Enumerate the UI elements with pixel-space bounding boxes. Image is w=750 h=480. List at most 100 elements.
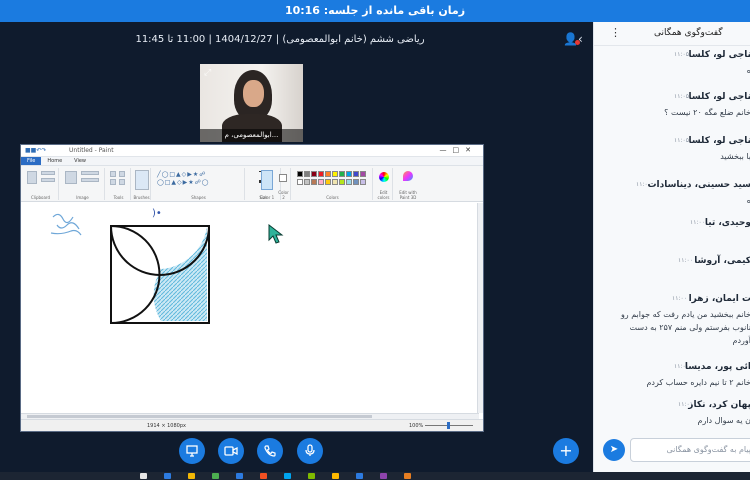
select-icon[interactable] <box>65 171 77 184</box>
quick-access-icons[interactable]: ■■↶↷ <box>25 147 46 154</box>
color-swatch[interactable] <box>325 171 331 177</box>
users-icon[interactable]: 👤‹ <box>563 32 583 46</box>
color-swatch[interactable] <box>332 179 338 185</box>
mouse-cursor-icon <box>268 224 284 244</box>
vertical-scrollbar[interactable] <box>477 203 483 413</box>
plus-icon: + <box>559 441 573 460</box>
taskbar-app-icon[interactable] <box>140 473 147 479</box>
taskbar-app-icon[interactable] <box>308 473 315 479</box>
notification-dot <box>575 40 580 45</box>
chat-sender-name: ناجی لو، کلسا <box>688 92 750 102</box>
chat-title: گفت‌وگوی همگانی <box>654 28 723 38</box>
drawing-svg: )• <box>50 208 210 324</box>
chat-sender-name: سید حسینی، دیناسادات <box>647 180 750 190</box>
tab-file[interactable]: File <box>21 157 42 165</box>
cut-icon[interactable] <box>41 171 55 175</box>
screen-share-icon <box>186 445 198 457</box>
color-swatch[interactable] <box>346 179 352 185</box>
taskbar-app-icon[interactable] <box>380 473 387 479</box>
taskbar-app-icon[interactable] <box>212 473 219 479</box>
drawing-canvas[interactable]: )• <box>21 203 479 413</box>
taskbar-app-icon[interactable] <box>404 473 411 479</box>
ribbon-edit-colors: Edit colors <box>375 168 393 200</box>
color-swatch[interactable] <box>297 171 303 177</box>
taskbar-app-icon[interactable] <box>332 473 339 479</box>
color-swatch[interactable] <box>318 179 324 185</box>
paint-statusbar: 1914 × 1080px 100% <box>21 419 483 431</box>
tab-view[interactable]: View <box>68 157 92 165</box>
copy-icon[interactable] <box>41 178 55 182</box>
meeting-title: ریاضی ششم (خانم ابوالمعصومی) | 1404/12/2… <box>135 34 425 45</box>
pencil-icon[interactable] <box>110 171 116 177</box>
ribbon-shapes: ╱◯□▲◇▶★☍ ◯□▲◇▶★☍◯ Shapes <box>153 168 245 200</box>
chat-sender-name: پهان کرد، نکار <box>688 400 750 410</box>
taskbar-app-icon[interactable] <box>260 473 267 479</box>
fill-icon[interactable] <box>119 171 125 177</box>
edit-colors-label: Edit colors <box>377 190 390 200</box>
tab-home[interactable]: Home <box>41 157 68 165</box>
chat-message-text: ه <box>594 194 750 207</box>
taskbar-app-icon[interactable] <box>284 473 291 479</box>
ribbon-tools: Tools <box>107 168 131 200</box>
scroll-thumb[interactable] <box>27 415 372 418</box>
send-icon: ➤ <box>609 444 619 455</box>
color-swatch[interactable] <box>339 179 345 185</box>
color-swatch[interactable] <box>325 179 331 185</box>
ribbon-paint3d: Edit with Paint 3D <box>395 168 421 200</box>
color-swatch[interactable] <box>353 179 359 185</box>
ribbon-colors: Colors <box>293 168 373 200</box>
color-swatch[interactable] <box>360 171 366 177</box>
taskbar-app-icon[interactable] <box>188 473 195 479</box>
window-controls[interactable]: —□✕ <box>440 146 477 154</box>
actions-plus-button[interactable]: + <box>553 438 579 464</box>
color-swatch[interactable] <box>304 179 310 185</box>
crop-icon[interactable] <box>81 171 99 175</box>
chat-message-input[interactable]: پیام به گفت‌وگوی همگانی <box>630 438 750 462</box>
colors-label: Colors <box>326 195 339 200</box>
brushes-icon[interactable] <box>135 170 149 190</box>
edit-colors-icon[interactable] <box>379 172 389 182</box>
expand-icon[interactable]: ⤢ <box>204 68 211 78</box>
color2-selector[interactable] <box>279 174 287 182</box>
canvas-dimensions: 1914 × 1080px <box>147 423 186 429</box>
color-swatch[interactable] <box>353 171 359 177</box>
ribbon-clipboard: Clipboard <box>23 168 59 200</box>
more-menu-icon[interactable]: ⋮ <box>610 26 621 39</box>
ribbon-color1: Color 1 <box>259 168 275 200</box>
zoom-slider-thumb[interactable] <box>447 422 450 429</box>
image-label: Image <box>76 195 89 200</box>
color-swatch[interactable] <box>311 179 317 185</box>
taskbar-app-icon[interactable] <box>356 473 363 479</box>
chat-message-text: خانم ضلع مگه ۲۰ نیست ؟ <box>664 108 750 117</box>
taskbar-app-icon[interactable] <box>236 473 243 479</box>
color-swatch[interactable] <box>339 171 345 177</box>
meeting-window: زمان باقی مانده از جلسه: 10:16 ریاضی ششم… <box>0 0 750 480</box>
color-swatch[interactable] <box>311 171 317 177</box>
color-swatch[interactable] <box>332 171 338 177</box>
screen-share-button[interactable] <box>179 438 205 464</box>
camera-button[interactable] <box>218 438 244 464</box>
magnifier-icon[interactable] <box>119 179 125 185</box>
color-swatch[interactable] <box>304 171 310 177</box>
audio-button[interactable] <box>257 438 283 464</box>
color-swatch[interactable] <box>346 171 352 177</box>
paint3d-icon[interactable] <box>403 171 413 181</box>
taskbar-app-icon[interactable] <box>164 473 171 479</box>
color-swatch[interactable] <box>297 179 303 185</box>
webcam-video[interactable]: ⤢ ابوالمعصومی، م... <box>200 64 303 142</box>
microphone-button[interactable] <box>297 438 323 464</box>
color1-selector[interactable] <box>261 170 273 190</box>
color-swatch[interactable] <box>360 179 366 185</box>
send-button[interactable]: ➤ <box>603 439 625 461</box>
eraser-icon[interactable] <box>110 179 116 185</box>
paint-window[interactable]: ■■↶↷ Untitled - Paint —□✕ File Home View… <box>20 144 484 432</box>
paste-icon[interactable] <box>27 171 37 184</box>
shapes-gallery[interactable]: ╱◯□▲◇▶★☍ ◯□▲◇▶★☍◯ <box>157 171 241 187</box>
shapes-label: Shapes <box>191 195 206 200</box>
chat-sender-name: ناجی لو، کلسا <box>688 50 750 60</box>
resize-icon[interactable] <box>81 178 99 182</box>
chat-sender-name: ت ایمان، زهرا <box>688 294 750 304</box>
color-swatch[interactable] <box>318 171 324 177</box>
paint-ribbon: Clipboard Image Tools Brushes ╱◯□▲◇▶★☍ ◯□ <box>21 166 483 202</box>
time-remaining-banner: زمان باقی مانده از جلسه: 10:16 <box>0 0 750 22</box>
